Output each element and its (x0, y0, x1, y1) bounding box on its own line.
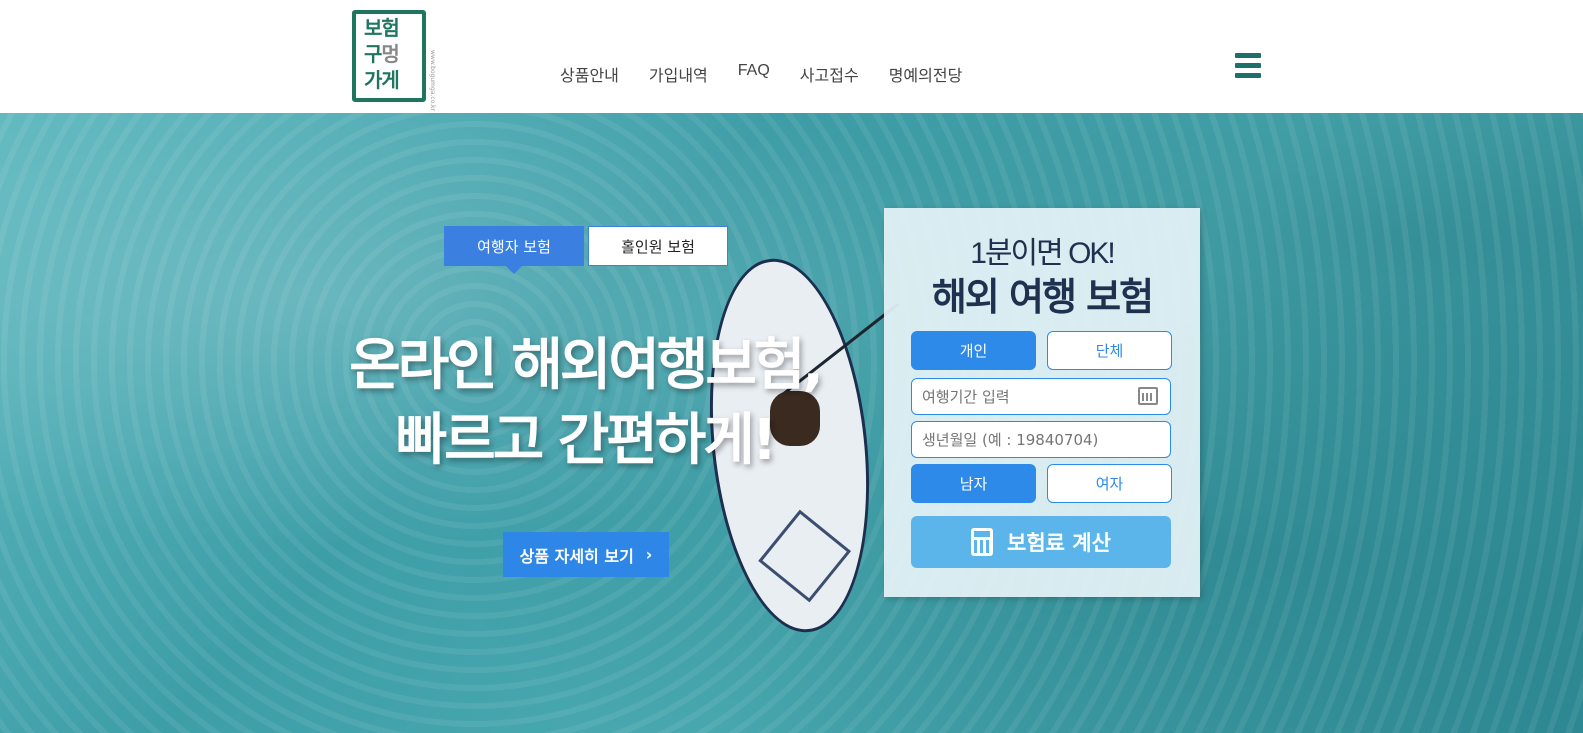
nav-item-claims[interactable]: 사고접수 (800, 62, 859, 86)
hero-banner: 여행자 보험 홀인원 보험 온라인 해외여행보험, 빠르고 간편하게! 상품 자… (0, 113, 1583, 733)
nav-item-faq[interactable]: FAQ (738, 62, 770, 86)
hamburger-menu-icon[interactable] (1235, 53, 1261, 79)
product-tabs: 여행자 보험 홀인원 보험 (444, 226, 728, 274)
board-logo-mark (758, 509, 852, 603)
product-detail-button[interactable]: 상품 자세히 보기 › (503, 532, 669, 577)
travel-period-input[interactable] (920, 386, 1124, 407)
type-individual-button[interactable]: 개인 (911, 331, 1036, 370)
nav-item-products[interactable]: 상품안내 (560, 62, 619, 86)
nav-item-hall-of-fame[interactable]: 명예의전당 (889, 62, 963, 86)
travel-period-field[interactable] (911, 378, 1171, 415)
logo-text-line2b: 멍 (381, 42, 399, 66)
chevron-right-icon: › (645, 545, 653, 564)
product-detail-label: 상품 자세히 보기 (519, 546, 634, 566)
logo-text-line2a: 구 (364, 42, 382, 66)
quote-panel: 1분이면 OK! 해외 여행 보험 개인 단체 남자 여자 보험료 계산 (884, 208, 1200, 597)
quote-panel-title: 해외 여행 보험 (931, 275, 1154, 319)
tab-travel-insurance[interactable]: 여행자 보험 (444, 226, 584, 274)
gender-male-button[interactable]: 남자 (911, 464, 1036, 503)
hero-headline: 온라인 해외여행보험, 빠르고 간편하게! (300, 328, 870, 478)
birthdate-field[interactable] (911, 421, 1171, 458)
calendar-icon[interactable] (1138, 387, 1158, 405)
calculator-icon (971, 528, 994, 556)
birthdate-input[interactable] (920, 429, 1162, 450)
logo-text-line2: 구멍 (364, 42, 400, 66)
logo-url: www.bogumga.co.kr (429, 50, 436, 112)
calculate-premium-button[interactable]: 보험료 계산 (911, 516, 1171, 568)
site-logo[interactable]: 보험 구멍 가게 www.bogumga.co.kr (352, 10, 447, 111)
tab-hole-in-one-insurance[interactable]: 홀인원 보험 (588, 226, 728, 266)
logo-text-line1: 보험 (364, 16, 400, 40)
calculate-premium-label: 보험료 계산 (1007, 531, 1111, 555)
hero-headline-line1: 온라인 해외여행보험, (349, 333, 823, 398)
main-nav: 상품안내 가입내역 FAQ 사고접수 명예의전당 (560, 62, 992, 86)
logo-text-line3: 가게 (364, 68, 400, 92)
hero-headline-line2: 빠르고 간편하게! (395, 408, 778, 473)
nav-item-subscriptions[interactable]: 가입내역 (649, 62, 708, 86)
type-group-button[interactable]: 단체 (1047, 331, 1172, 370)
site-header: 보험 구멍 가게 www.bogumga.co.kr 상품안내 가입내역 FAQ… (0, 0, 1583, 113)
gender-female-button[interactable]: 여자 (1047, 464, 1172, 503)
